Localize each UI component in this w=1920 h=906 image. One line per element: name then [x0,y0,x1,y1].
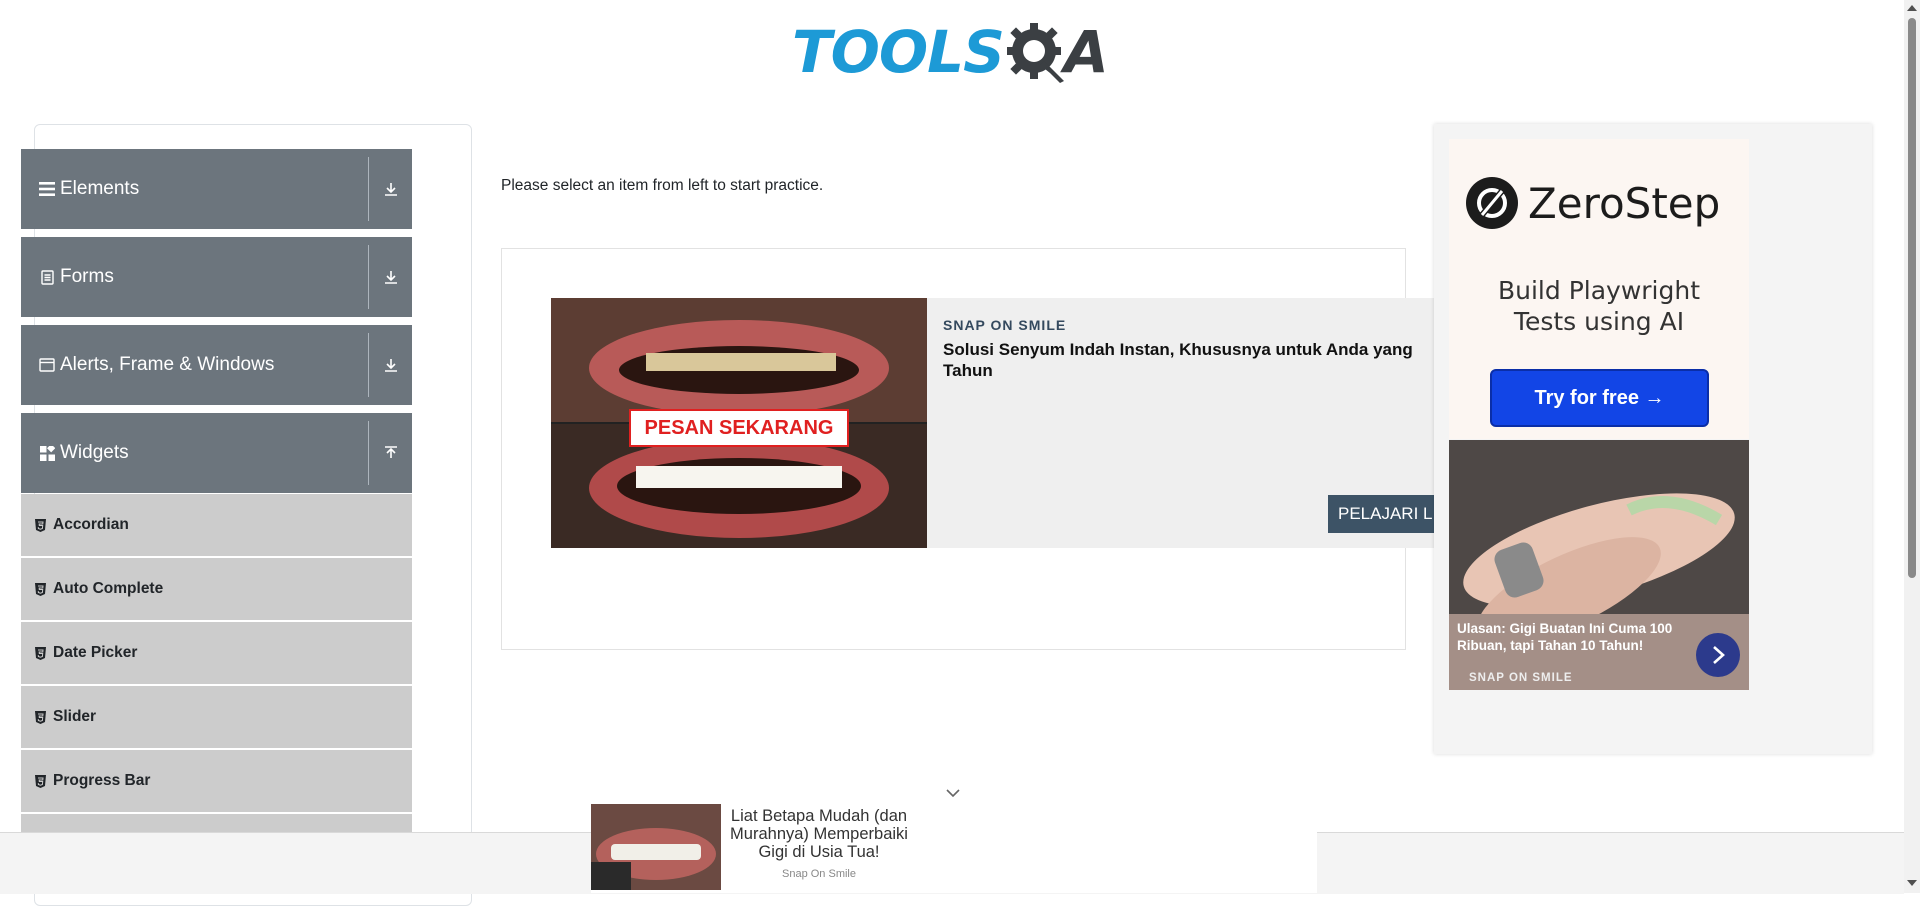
ad-sponsor: SNAP ON SMILE [943,317,1067,333]
html5-icon [35,774,47,788]
zerostep-logo: ZeroStep [1466,177,1720,229]
html5-icon [35,518,47,532]
learn-more-button[interactable]: PELAJARI L [1328,495,1434,533]
snap-ad-card[interactable]: Ulasan: Gigi Buatan Ini Cuma 100 Ribuan,… [1449,440,1749,690]
ad-headline[interactable]: Solusi Senyum Indah Instan, Khususnya un… [943,339,1434,381]
gear-q-icon [1006,23,1064,83]
zerostep-logo-icon [1466,177,1518,229]
sidebar-item-date-picker[interactable]: Date Picker [21,622,412,686]
download-arrow-icon[interactable] [369,357,412,373]
chevron-down-icon[interactable] [943,786,963,800]
zerostep-brand: ZeroStep [1528,178,1721,228]
document-icon [38,269,56,285]
download-arrow-icon[interactable] [369,269,412,285]
zerostep-ad-card[interactable]: ZeroStep Build Playwright Tests using AI… [1449,139,1749,439]
download-arrow-icon[interactable] [369,181,412,197]
snap-ad-title[interactable]: Ulasan: Gigi Buatan Ini Cuma 100 Ribuan,… [1457,620,1687,654]
bottom-ad-headline[interactable]: Liat Betapa Mudah (dan Murahnya) Memperb… [721,807,917,861]
sidebar-item-label: Progress Bar [53,772,151,789]
group-widgets[interactable]: Widgets [21,413,412,493]
sidebar-item-label: Slider [53,708,97,725]
try-for-free-button[interactable]: Try for free → [1490,369,1709,427]
sidebar-item-label: Accordian [53,516,129,533]
order-now-label: PESAN SEKARANG [629,409,849,447]
sidebar-item-progress-bar[interactable]: Progress Bar [21,750,412,814]
window-icon [38,358,56,372]
group-elements[interactable]: Elements [21,149,412,229]
sidebar-item-label: Auto Complete [53,580,164,597]
sidebar-item-slider[interactable]: Slider [21,686,412,750]
hamburger-icon [38,182,56,196]
right-ad[interactable]: ZeroStep Build Playwright Tests using AI… [1434,124,1872,754]
upload-arrow-icon[interactable] [369,445,412,461]
group-label: Forms [60,266,114,287]
tagline-line-2: Tests using AI [1513,307,1685,336]
group-forms[interactable]: Forms [21,237,412,317]
html5-icon [35,646,47,660]
html5-icon [35,710,47,724]
center-ad-banner[interactable]: PESAN SEKARANG SNAP ON SMILE Solusi Seny… [551,298,1434,548]
intro-text: Please select an item from left to start… [501,177,824,194]
sidebar-item-auto-complete[interactable]: Auto Complete [21,558,412,622]
widgets-grid-icon [38,445,56,461]
group-label: Elements [60,178,140,199]
html5-icon [35,582,47,596]
zerostep-tagline: Build Playwright Tests using AI [1449,275,1749,337]
snap-ad-sponsor: SNAP ON SMILE [1469,672,1573,684]
group-label: Widgets [60,442,129,463]
group-label: Alerts, Frame & Windows [60,354,275,375]
sidebar-item-accordian[interactable]: Accordian [21,494,412,558]
scroll-up-arrow-icon[interactable] [1907,4,1917,12]
bottom-ad[interactable]: Liat Betapa Mudah (dan Murahnya) Memperb… [591,804,1317,893]
logo-text-a: A [1063,18,1109,86]
chevron-right-icon[interactable] [1696,633,1740,677]
teeth-ad-thumbnail [591,804,721,890]
scroll-down-arrow-icon[interactable] [1907,879,1917,887]
bottom-ad-sponsor: Snap On Smile [782,868,856,880]
tagline-line-1: Build Playwright [1497,276,1701,305]
logo-text-tools: TOOLS [792,18,1005,86]
group-alerts-frame-windows[interactable]: Alerts, Frame & Windows [21,325,412,405]
toolsqa-logo[interactable]: TOOLS A [792,14,1109,90]
scrollbar-thumb[interactable] [1908,18,1916,578]
sidebar-item-label: Date Picker [53,644,138,661]
